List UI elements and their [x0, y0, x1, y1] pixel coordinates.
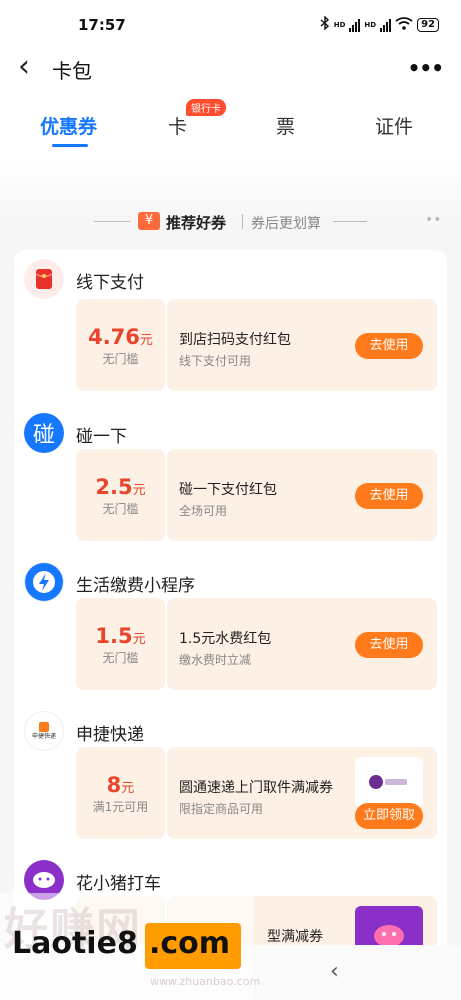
use-coupon-button[interactable]: 去使用	[355, 483, 423, 509]
coupon-card[interactable]: 2.5元 无门槛 碰一下支付红包 全场可用 去使用	[76, 449, 437, 541]
divider-left	[94, 221, 130, 222]
battery-icon: 92	[417, 17, 439, 32]
use-coupon-button[interactable]: 去使用	[355, 333, 423, 359]
coupon-info-panel: 圆通速递上门取件满减券 限指定商品可用 立即领取	[167, 747, 437, 839]
coupon-amount-panel: 4.76元 无门槛	[76, 299, 165, 391]
watermark-brand: Laotie8	[12, 926, 138, 961]
coupon-info-panel: 到店扫码支付红包 线下支付可用 去使用	[167, 299, 437, 391]
watermark-domain-box: .com	[145, 923, 241, 969]
merchant-name: 碰一下	[76, 427, 127, 447]
merchant-name: 花小猪打车	[76, 874, 161, 894]
coupon-amount: 2.5元	[95, 475, 146, 499]
coupon-info-panel: 1.5元水费红包 缴水费时立减 去使用	[167, 598, 437, 690]
coupon-title: 型满减券	[267, 929, 323, 945]
more-icon[interactable]: •••	[408, 56, 444, 80]
divider-right	[333, 221, 367, 222]
coupon-amount: 8元	[106, 773, 135, 797]
bank-card-badge: 银行卡	[186, 99, 226, 116]
merchant-offline-pay[interactable]: 线下支付	[24, 259, 444, 299]
shenjie-logo-icon: 申捷快递	[24, 711, 64, 751]
section-subtitle: 券后更划算	[251, 216, 321, 232]
coupon-desc: 限指定商品可用	[179, 802, 264, 816]
coupon-desc: 全场可用	[179, 504, 228, 518]
nav-back-icon[interactable]: ‹	[330, 959, 339, 984]
coupon-amount-panel: 8元 满1元可用	[76, 747, 165, 839]
coupon-amount: 4.76元	[88, 325, 153, 349]
merchant-utility-payment[interactable]: 生活缴费小程序	[24, 562, 444, 602]
signal-icon	[349, 18, 361, 32]
coupon-info-panel: 碰一下支付红包 全场可用 去使用	[167, 449, 437, 541]
back-icon[interactable]: ‹	[18, 52, 30, 82]
coupon-title: 碰一下支付红包	[179, 482, 277, 498]
hd-label-1: HD	[333, 20, 346, 29]
hd-label-2: HD	[364, 20, 377, 29]
coupon-amount: 1.5元	[95, 624, 146, 648]
coupon-condition: 无门槛	[102, 352, 139, 366]
status-icons: HD HD 92	[320, 15, 439, 33]
section-separator	[242, 214, 243, 229]
tab-cards[interactable]: 卡	[168, 112, 187, 139]
coupon-title: 圆通速递上门取件满减券	[179, 780, 333, 796]
watermark-url: www.zhuanbao.com	[150, 975, 261, 988]
coupon-desc: 缴水费时立减	[179, 653, 252, 667]
coupon-condition: 无门槛	[102, 651, 139, 665]
coupon-amount-panel: 1.5元 无门槛	[76, 598, 165, 690]
merchant-name: 生活缴费小程序	[76, 576, 195, 596]
coupon-card[interactable]: 4.76元 无门槛 到店扫码支付红包 线下支付可用 去使用	[76, 299, 437, 391]
peng-icon: 碰	[24, 413, 64, 453]
use-coupon-button[interactable]: 去使用	[355, 632, 423, 658]
coupon-title: 到店扫码支付红包	[179, 332, 291, 348]
claim-coupon-button[interactable]: 立即领取	[355, 803, 423, 829]
red-envelope-icon	[24, 259, 64, 299]
coupon-amount-panel: 2.5元 无门槛	[76, 449, 165, 541]
coupon-condition: 满1元可用	[92, 800, 149, 814]
signal-icon-2	[380, 18, 392, 32]
status-time: 17:57	[78, 16, 126, 34]
product-thumbnail	[355, 757, 423, 807]
merchant-shenjie-express[interactable]: 申捷快递 申捷快递	[24, 711, 444, 751]
bluetooth-icon	[320, 15, 330, 33]
merchant-name: 线下支付	[76, 273, 144, 293]
tab-documents[interactable]: 证件	[375, 112, 413, 139]
merchant-name: 申捷快递	[76, 725, 144, 745]
section-title: 推荐好券	[166, 214, 227, 232]
dots-icon: ••	[425, 212, 442, 228]
merchant-peng[interactable]: 碰 碰一下	[24, 413, 444, 453]
coupon-desc: 线下支付可用	[179, 354, 252, 368]
active-tab-indicator	[52, 144, 88, 147]
tab-bar: 优惠券 卡 银行卡 票 证件	[0, 90, 461, 160]
tab-coupons[interactable]: 优惠券	[40, 112, 97, 139]
wifi-icon	[395, 16, 413, 33]
status-bar: 17:57 HD HD 92	[0, 0, 461, 48]
section-header: ¥ 推荐好券 券后更划算 ••	[0, 210, 461, 234]
coupon-title: 1.5元水费红包	[179, 631, 272, 647]
yen-icon: ¥	[138, 212, 160, 230]
page-title: 卡包	[52, 59, 92, 83]
coupon-condition: 无门槛	[102, 502, 139, 516]
coupon-card[interactable]: 8元 满1元可用 圆通速递上门取件满减券 限指定商品可用 立即领取	[76, 747, 437, 839]
app-header: ‹ 卡包 •••	[0, 48, 461, 90]
lightning-icon	[24, 562, 64, 602]
tab-tickets[interactable]: 票	[276, 112, 295, 139]
coupon-card[interactable]: 1.5元 无门槛 1.5元水费红包 缴水费时立减 去使用	[76, 598, 437, 690]
watermark-domain: .com	[149, 926, 231, 961]
